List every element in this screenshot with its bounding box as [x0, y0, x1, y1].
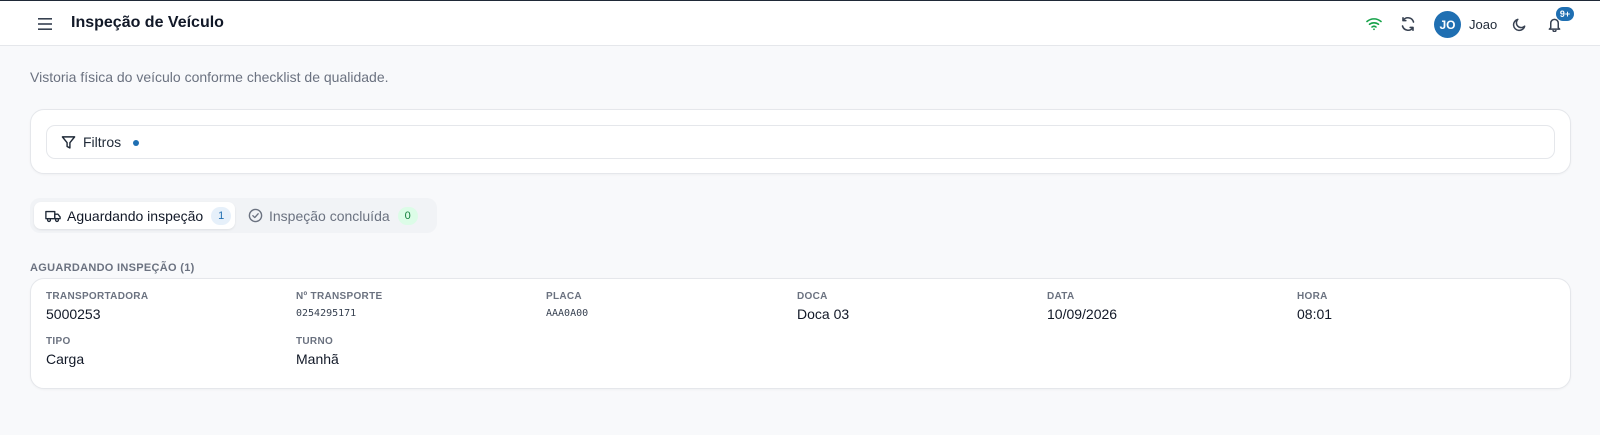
- user-name[interactable]: Joao: [1469, 17, 1497, 32]
- filters-label: Filtros: [83, 134, 122, 150]
- field-label: DATA: [1047, 291, 1075, 302]
- field-label: HORA: [1297, 291, 1328, 302]
- filters-card: Filtros: [30, 109, 1571, 174]
- tab-count-badge: 0: [397, 206, 418, 225]
- check-circle-icon: [248, 208, 263, 223]
- field-value: Doca 03: [797, 306, 850, 322]
- field-value: 10/09/2026: [1047, 306, 1118, 322]
- field-label: Nº TRANSPORTE: [296, 291, 383, 302]
- field-value: AAA0A00: [546, 308, 589, 319]
- field-placa: PLACA AAA0A00: [546, 291, 588, 319]
- field-label: TURNO: [296, 336, 334, 347]
- filters-toggle[interactable]: Filtros: [46, 125, 1555, 159]
- field-data: DATA 10/09/2026: [1047, 291, 1117, 322]
- moon-icon: [1512, 18, 1525, 31]
- refresh-button[interactable]: [1397, 13, 1419, 35]
- page-title: Inspeção de Veículo: [71, 14, 224, 31]
- filter-icon: [61, 135, 76, 155]
- hamburger-menu-icon: [38, 18, 52, 30]
- tab-aguardando-inspecao[interactable]: Aguardando inspeção 1: [34, 202, 235, 229]
- tab-inspecao-concluida[interactable]: Inspeção concluída 0: [237, 202, 424, 229]
- active-filter-dot: [133, 140, 139, 146]
- field-label: TIPO: [46, 336, 71, 347]
- field-numero-transporte: Nº TRANSPORTE 0254295171: [296, 291, 382, 319]
- status-tabs: Aguardando inspeção 1 Inspeção concluída…: [30, 198, 437, 233]
- field-value: 5000253: [46, 306, 101, 322]
- theme-toggle-button[interactable]: [1508, 13, 1530, 35]
- refresh-icon: [1401, 16, 1415, 32]
- notification-badge: 9+: [1556, 7, 1574, 21]
- field-tipo: TIPO Carga: [46, 336, 84, 367]
- inspection-record-card[interactable]: TRANSPORTADORA 5000253 Nº TRANSPORTE 025…: [30, 278, 1571, 389]
- field-value: 0254295171: [296, 308, 357, 319]
- field-label: DOCA: [797, 291, 828, 302]
- page-subtitle: Vistoria física do veículo conforme chec…: [30, 69, 389, 85]
- tab-label: Inspeção concluída: [269, 207, 390, 224]
- field-turno: TURNO Manhã: [296, 336, 339, 367]
- user-avatar[interactable]: JO: [1434, 11, 1461, 38]
- field-label: PLACA: [546, 291, 582, 302]
- connection-status[interactable]: [1363, 13, 1385, 35]
- field-value: Manhã: [296, 351, 339, 367]
- truck-icon: [45, 209, 61, 223]
- field-value: Carga: [46, 351, 85, 367]
- field-doca: DOCA Doca 03: [797, 291, 849, 322]
- field-label: TRANSPORTADORA: [46, 291, 149, 302]
- tab-count-badge: 1: [211, 206, 232, 225]
- top-bar: Inspeção de Veículo JO Joao 9+: [0, 0, 1600, 46]
- menu-button[interactable]: [34, 13, 56, 35]
- field-transportadora: TRANSPORTADORA 5000253: [46, 291, 148, 322]
- wifi-icon: [1366, 18, 1382, 31]
- field-value: 08:01: [1297, 306, 1333, 322]
- field-hora: HORA 08:01: [1297, 291, 1332, 322]
- tab-label: Aguardando inspeção: [67, 207, 204, 224]
- section-title: AGUARDANDO INSPEÇÃO (1): [30, 262, 195, 274]
